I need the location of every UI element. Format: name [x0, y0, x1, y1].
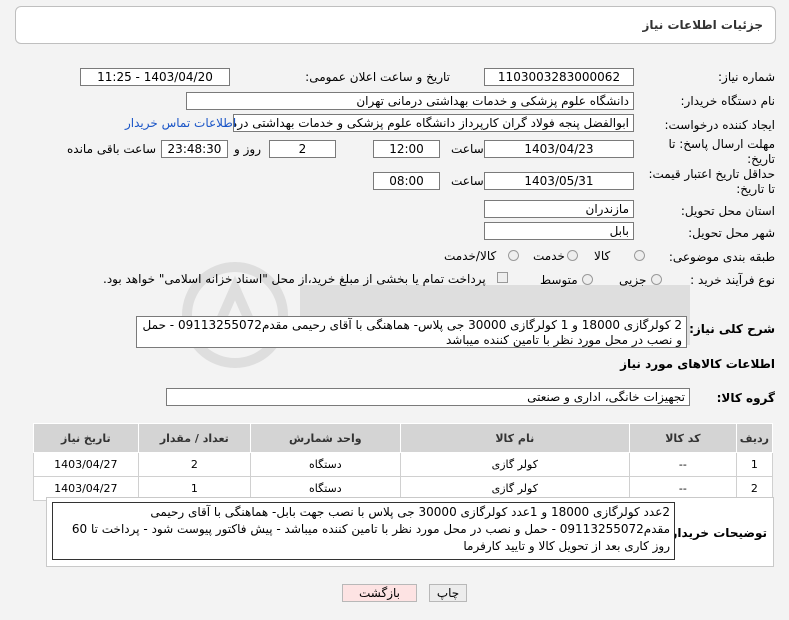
category-option-service: خدمت	[533, 249, 565, 263]
cell-qty: 2	[137, 452, 252, 477]
cell-date: 1403/04/27	[33, 452, 139, 477]
col-unit: واحد شمارش	[250, 423, 401, 453]
need-number-field: 1103003283000062	[484, 68, 634, 86]
col-row: ردیف	[735, 423, 774, 453]
description-field[interactable]: 2 کولرگازی 18000 و 1 کولرگازی 30000 جی پ…	[136, 316, 687, 348]
announce-field: 1403/04/20 - 11:25	[80, 68, 230, 86]
goods-table: ردیف کد کالا نام کالا واحد شمارش تعداد /…	[33, 423, 774, 501]
announce-label: تاریخ و ساعت اعلان عمومی:	[305, 70, 450, 84]
province-field: مازندران	[484, 200, 634, 218]
cell-row: 1	[735, 452, 774, 477]
goods-group-field: تجهیزات خانگی، اداری و صنعتی	[166, 388, 690, 406]
process-option-medium: متوسط	[540, 273, 578, 287]
deadline-label: مهلت ارسال پاسخ: تا تاریخ:	[668, 137, 775, 166]
deadline-date-field: 1403/04/23	[484, 140, 634, 158]
buyer-org-label: نام دستگاه خریدار:	[680, 94, 776, 108]
col-qty: تعداد / مقدار	[137, 423, 252, 453]
validity-time-label: ساعت	[451, 174, 484, 188]
category-option-both: کالا/خدمت	[444, 249, 497, 263]
back-button[interactable]: بازگشت	[342, 584, 417, 602]
page-title: جزئیات اطلاعات نیاز	[642, 18, 763, 32]
remaining-time-field: 23:48:30	[161, 140, 228, 158]
category-radio-service[interactable]	[567, 250, 578, 261]
contact-buyer-link[interactable]: اطلاعات تماس خریدار	[125, 116, 236, 130]
need-number-label: شماره نیاز:	[718, 70, 775, 84]
validity-time-field: 08:00	[373, 172, 440, 190]
validity-label: حداقل تاریخ اعتبار قیمت: تا تاریخ:	[648, 167, 775, 196]
creator-label: ایجاد کننده درخواست:	[664, 118, 775, 132]
description-label: شرح کلی نیاز:	[689, 322, 775, 336]
col-date: تاریخ نیاز	[33, 423, 139, 453]
process-radio-medium[interactable]	[582, 274, 593, 285]
category-option-goods: کالا	[594, 249, 611, 263]
buyer-notes-label: توضیحات خریدار:	[665, 526, 767, 540]
remaining-label: ساعت باقی مانده	[67, 142, 157, 156]
table-header-row: ردیف کد کالا نام کالا واحد شمارش تعداد /…	[33, 423, 774, 453]
process-option-minor: جزیی	[619, 273, 647, 287]
col-code: کد کالا	[628, 423, 737, 453]
buyer-org-field: دانشگاه علوم پزشکی و خدمات بهداشتی درمان…	[186, 92, 634, 110]
process-label: نوع فرآیند خرید :	[690, 273, 775, 287]
cell-code: --	[628, 452, 737, 477]
city-label: شهر محل تحویل:	[688, 226, 775, 240]
category-label: طبقه بندی موضوعی:	[668, 250, 775, 264]
goods-info-title: اطلاعات کالاهای مورد نیاز	[620, 357, 775, 371]
process-radio-minor[interactable]	[651, 274, 662, 285]
goods-group-label: گروه کالا:	[716, 391, 775, 405]
print-button[interactable]: چاپ	[429, 584, 467, 602]
validity-date-field: 1403/05/31	[484, 172, 634, 190]
deadline-time-label: ساعت	[451, 142, 484, 156]
deadline-time-field: 12:00	[373, 140, 440, 158]
province-label: استان محل تحویل:	[680, 204, 775, 218]
col-name: نام کالا	[399, 423, 630, 453]
cell-name: کولر گازی	[399, 452, 630, 477]
category-radio-both[interactable]	[508, 250, 519, 261]
header-bar: جزئیات اطلاعات نیاز	[15, 6, 776, 44]
treasury-note: پرداخت تمام یا بخشی از مبلغ خرید،از محل …	[103, 272, 486, 286]
days-label: روز و	[234, 142, 261, 156]
cell-unit: دستگاه	[250, 452, 401, 477]
table-row[interactable]: 1 -- کولر گازی دستگاه 2 1403/04/27	[33, 452, 774, 477]
category-radio-goods[interactable]	[634, 250, 645, 261]
city-field: بابل	[484, 222, 634, 240]
treasury-checkbox[interactable]	[497, 272, 508, 283]
creator-field: ابوالفضل پنجه فولاد گران کارپرداز دانشگا…	[233, 114, 634, 132]
deadline-days-field: 2	[269, 140, 336, 158]
buyer-notes-field[interactable]: 2عدد کولرگازی 18000 و 1عدد کولرگازی 3000…	[52, 502, 675, 560]
